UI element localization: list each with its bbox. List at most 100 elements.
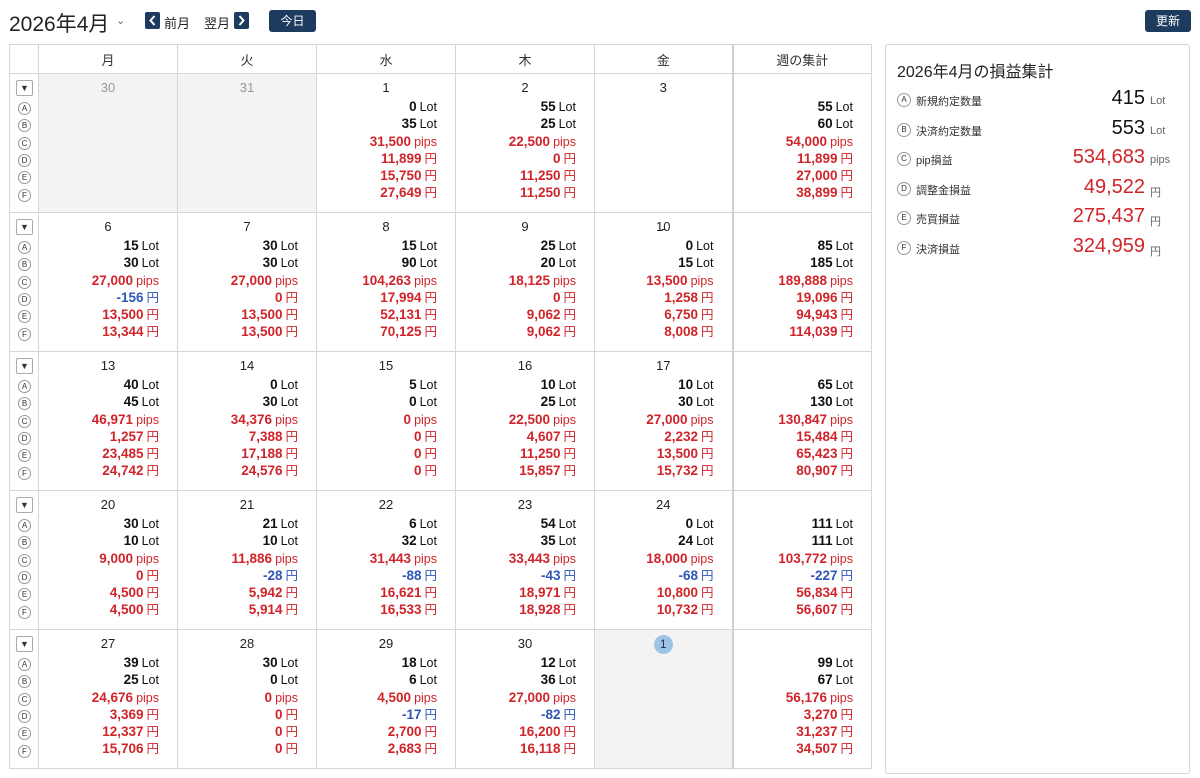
expand-toggle-icon[interactable]: ▼: [16, 219, 33, 235]
value-unit: pips: [830, 690, 853, 705]
day-cell[interactable]: 9 25 Lot 20 Lot 18,125 pips 0 円 9,062 円 9,062 円: [455, 212, 595, 352]
value-unit: 円: [424, 725, 437, 740]
day-number: 27: [100, 636, 116, 651]
value-unit: 円: [563, 707, 576, 722]
value-unit: pips: [275, 412, 298, 427]
day-cell[interactable]: 6 15 Lot 30 Lot 27,000 pips -156 円 13,500 円 13,344 円: [38, 212, 178, 352]
value-row: 55 Lot: [786, 98, 853, 115]
expand-toggle-icon[interactable]: ▼: [16, 80, 33, 96]
value-number: 67: [817, 672, 833, 688]
value-number: 30: [262, 394, 278, 410]
value-unit: 円: [840, 568, 853, 583]
value-row: 11,250 円: [509, 445, 576, 462]
day-cell[interactable]: 31: [177, 73, 317, 213]
value-unit: 円: [285, 586, 298, 601]
value-number: 16,200: [519, 724, 561, 740]
next-month-button[interactable]: [234, 12, 249, 29]
value-number: 0: [413, 463, 422, 479]
value-number: 0: [274, 706, 283, 722]
day-cell[interactable]: 27 39 Lot 25 Lot 24,676 pips 3,369 円 12,337 円 15,70…: [38, 629, 178, 769]
value-number: 103,772: [778, 550, 828, 566]
day-cell[interactable]: 16 10 Lot 25 Lot 22,500 pips 4,607 円 11,250 円 15,85…: [455, 351, 595, 491]
day-cell[interactable]: 20 30 Lot 10 Lot 9,000 pips 0 円 4,500 円 4,500 円: [38, 490, 178, 630]
value-list: 15 Lot 90 Lot 104,263 pips 17,994 円 52,131 円 70,12…: [362, 237, 437, 341]
summary-label: 新規約定数量: [916, 96, 982, 108]
value-unit: 円: [563, 447, 576, 462]
value-unit: 円: [700, 603, 714, 618]
prev-month-label[interactable]: 前月: [164, 13, 190, 32]
value-unit: 円: [563, 603, 576, 618]
day-cell[interactable]: 21 21 Lot 10 Lot 11,886 pips -28 円 5,942 円 5,914 円: [177, 490, 317, 630]
value-number: 94,943: [796, 307, 838, 323]
day-cell[interactable]: 1: [594, 629, 733, 769]
value-number: 2,683: [387, 741, 422, 757]
day-cell[interactable]: 23 54 Lot 35 Lot 33,443 pips -43 円 18,971 円 18,928 円: [455, 490, 595, 630]
value-row: 34,376 pips: [231, 411, 298, 428]
prev-month-button[interactable]: [145, 12, 160, 29]
month-selector[interactable]: 2026年4月: [9, 8, 109, 38]
next-month-label[interactable]: 翌月: [204, 13, 230, 32]
day-number: 20: [100, 497, 116, 512]
value-number: 5,942: [248, 585, 283, 601]
value-row: 24 Lot: [646, 532, 713, 549]
value-number: -227: [810, 567, 838, 583]
day-cell[interactable]: 29 18 Lot 6 Lot 4,500 pips -17 円 2,700 円 2,683 円: [316, 629, 456, 769]
value-unit: Lot: [419, 239, 437, 253]
row-legend-cell: ▼ A B C D E F: [9, 73, 39, 213]
today-button[interactable]: 今日: [269, 10, 316, 32]
value-row: 4,500 円: [99, 601, 159, 618]
day-cell[interactable]: 14 0 Lot 30 Lot 34,376 pips 7,388 円 17,188 円 24,576…: [177, 351, 317, 491]
value-unit: 円: [563, 464, 576, 479]
value-row: 27,000 pips: [92, 272, 159, 289]
day-cell[interactable]: 13 40 Lot 45 Lot 46,971 pips 1,257 円 23,485 円 24,74…: [38, 351, 178, 491]
day-cell[interactable]: 10 0 Lot 15 Lot 13,500 pips 1,258 円 6,750 円 8,008 円: [594, 212, 733, 352]
value-row: -28 円: [232, 567, 298, 584]
day-cell[interactable]: 7 30 Lot 30 Lot 27,000 pips 0 円 13,500 円 13,500 円: [177, 212, 317, 352]
value-number: 185: [810, 255, 833, 271]
value-row: 90 Lot: [362, 254, 437, 271]
day-cell[interactable]: 17 10 Lot 30 Lot 27,000 pips 2,232 円 13,500 円 15,73…: [594, 351, 733, 491]
refresh-button[interactable]: 更新: [1145, 10, 1191, 32]
value-unit: Lot: [141, 534, 159, 549]
expand-toggle-icon[interactable]: ▼: [16, 636, 33, 652]
value-unit: Lot: [696, 378, 714, 392]
value-unit: pips: [553, 412, 576, 427]
chevron-down-icon[interactable]: ⌄: [116, 14, 125, 27]
value-unit: 円: [840, 725, 853, 740]
value-row: 27,000 pips: [231, 272, 298, 289]
week-row: ▼ A B C D E F 30 31 1 0 Lot 35 Lot 31,500 pips 11,899 円 15…: [9, 73, 872, 236]
summary-value: 324,959: [1072, 234, 1145, 257]
value-row: 16,533 円: [370, 601, 437, 618]
day-cell[interactable]: 30 12 Lot 36 Lot 27,000 pips -82 円 16,200 円 16,118 円: [455, 629, 595, 769]
expand-toggle-icon[interactable]: ▼: [16, 497, 33, 513]
value-unit: 円: [285, 603, 298, 618]
value-row: 20 Lot: [509, 254, 576, 271]
value-number: 31,237: [796, 724, 838, 740]
day-cell[interactable]: 15 5 Lot 0 Lot 0 pips 0 円 0 円 0 円: [316, 351, 456, 491]
day-cell[interactable]: 3-: [594, 73, 733, 236]
day-cell[interactable]: 2 55 Lot 25 Lot 22,500 pips 0 円 11,250 円 11,250 円: [455, 73, 595, 213]
value-number: 23,485: [102, 446, 144, 462]
value-row: 65,423 円: [778, 445, 853, 462]
day-cell[interactable]: 8 15 Lot 90 Lot 104,263 pips 17,994 円 52,131 円 70,1…: [316, 212, 456, 352]
value-unit: Lot: [280, 239, 298, 253]
value-unit: pips: [690, 551, 714, 566]
value-unit: Lot: [280, 378, 298, 392]
value-unit: Lot: [280, 256, 298, 271]
day-cell[interactable]: 24 0 Lot 24 Lot 18,000 pips -68 円 10,800 円 10,732 円: [594, 490, 733, 630]
value-number: 0: [409, 99, 417, 114]
value-row: 18 Lot: [377, 654, 437, 671]
expand-toggle-icon[interactable]: ▼: [16, 358, 33, 374]
value-unit: Lot: [558, 117, 576, 132]
value-row: 0 Lot: [646, 515, 714, 532]
day-cell[interactable]: 28 30 Lot 0 Lot 0 pips 0 円 0 円 0 円: [177, 629, 317, 769]
value-row: 13,500 円: [646, 445, 714, 462]
value-unit: 円: [285, 725, 298, 740]
day-cell[interactable]: 30: [38, 73, 178, 213]
value-row: 39 Lot: [92, 654, 159, 671]
value-row: 0円: [404, 428, 437, 445]
day-cell[interactable]: 22 6 Lot 32 Lot 31,443 pips -88 円 16,621 円 16,533 円: [316, 490, 456, 630]
value-number: 56,176: [785, 689, 828, 705]
value-number: 0: [270, 672, 278, 688]
day-cell[interactable]: 1 0 Lot 35 Lot 31,500 pips 11,899 円 15,750 円 27,649…: [316, 73, 456, 213]
